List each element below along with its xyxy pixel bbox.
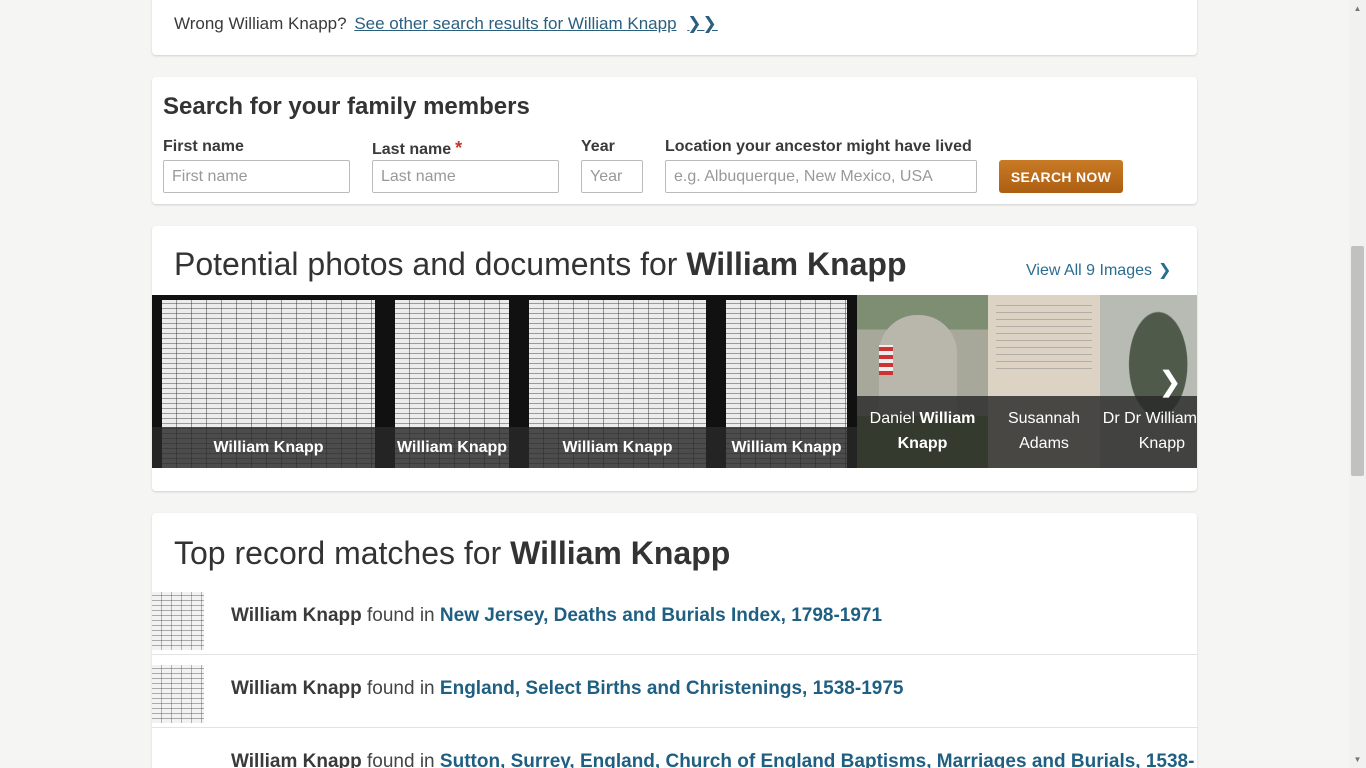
wrong-person-line: Wrong William Knapp? See other search re…	[174, 14, 718, 34]
wrong-person-card: Wrong William Knapp? See other search re…	[152, 0, 1197, 55]
thumb-caption: Dr Dr William Knapp	[1100, 396, 1197, 468]
thumb-caption: William Knapp	[716, 427, 857, 468]
location-label: Location your ancestor might have lived	[665, 138, 972, 155]
record-row[interactable]: William Knapp found in New Jersey, Death…	[152, 582, 1197, 655]
carousel-next-icon[interactable]: ❯	[1155, 365, 1185, 399]
scrollbar-thumb[interactable]	[1351, 246, 1364, 476]
records-card: Top record matches for William Knapp Wil…	[152, 513, 1197, 768]
page-scrollbar[interactable]: ▲ ▼	[1349, 0, 1366, 768]
first-name-input[interactable]	[163, 160, 350, 193]
thumb-caption: Daniel William Knapp	[857, 396, 988, 468]
image-carousel: William Knapp William Knapp William Knap…	[152, 295, 1197, 468]
scroll-up-arrow-icon[interactable]: ▲	[1349, 0, 1366, 17]
thumb-caption: Susannah Adams	[988, 396, 1100, 468]
record-thumbnail	[152, 592, 204, 650]
record-row[interactable]: William Knapp found in England, Select B…	[152, 655, 1197, 728]
photos-title: Potential photos and documents for Willi…	[174, 246, 907, 282]
carousel-thumb[interactable]: William Knapp	[519, 295, 716, 468]
photos-card: Potential photos and documents for Willi…	[152, 226, 1197, 491]
flag-icon	[879, 345, 893, 375]
carousel-thumb[interactable]: William Knapp	[716, 295, 857, 468]
year-label: Year	[581, 138, 615, 155]
chevron-right-icon: ❯	[1158, 262, 1172, 279]
other-results-link[interactable]: See other search results for William Kna…	[354, 14, 676, 33]
record-text: William Knapp found in Sutton, Surrey, E…	[231, 751, 1194, 768]
record-row[interactable]: William Knapp found in Sutton, Surrey, E…	[152, 728, 1197, 768]
carousel-thumb[interactable]: Daniel William Knapp	[857, 295, 988, 468]
record-text: William Knapp found in England, Select B…	[231, 678, 904, 699]
view-all-images-link[interactable]: View All 9 Images ❯	[1026, 260, 1171, 280]
thumb-caption: William Knapp	[385, 427, 519, 468]
search-form-card: Search for your family members First nam…	[152, 77, 1197, 204]
location-input[interactable]	[665, 160, 977, 193]
wrong-person-question: Wrong William Knapp?	[174, 14, 347, 33]
year-input[interactable]	[581, 160, 643, 193]
search-title: Search for your family members	[163, 93, 530, 120]
record-collection-link[interactable]: New Jersey, Deaths and Burials Index, 17…	[440, 605, 882, 626]
last-name-label: Last name *	[372, 138, 463, 158]
required-asterisk-icon: *	[455, 138, 463, 158]
search-now-button[interactable]: SEARCH NOW	[999, 160, 1123, 193]
thumb-caption: William Knapp	[152, 427, 385, 468]
record-text: William Knapp found in New Jersey, Death…	[231, 605, 883, 626]
last-name-input[interactable]	[372, 160, 559, 193]
thumb-caption: William Knapp	[519, 427, 716, 468]
first-name-label: First name	[163, 138, 244, 155]
carousel-thumb[interactable]: William Knapp	[385, 295, 519, 468]
record-collection-link[interactable]: Sutton, Surrey, England, Church of Engla…	[440, 751, 1195, 768]
carousel-thumb[interactable]: William Knapp	[152, 295, 385, 468]
record-collection-link[interactable]: England, Select Births and Christenings,…	[440, 678, 904, 699]
records-title: Top record matches for William Knapp	[174, 535, 731, 571]
double-chevron-right-icon[interactable]: ❯❯	[687, 14, 718, 34]
record-thumbnail	[152, 665, 204, 723]
carousel-thumb[interactable]: Susannah Adams	[988, 295, 1100, 468]
scroll-down-arrow-icon[interactable]: ▼	[1349, 751, 1366, 768]
